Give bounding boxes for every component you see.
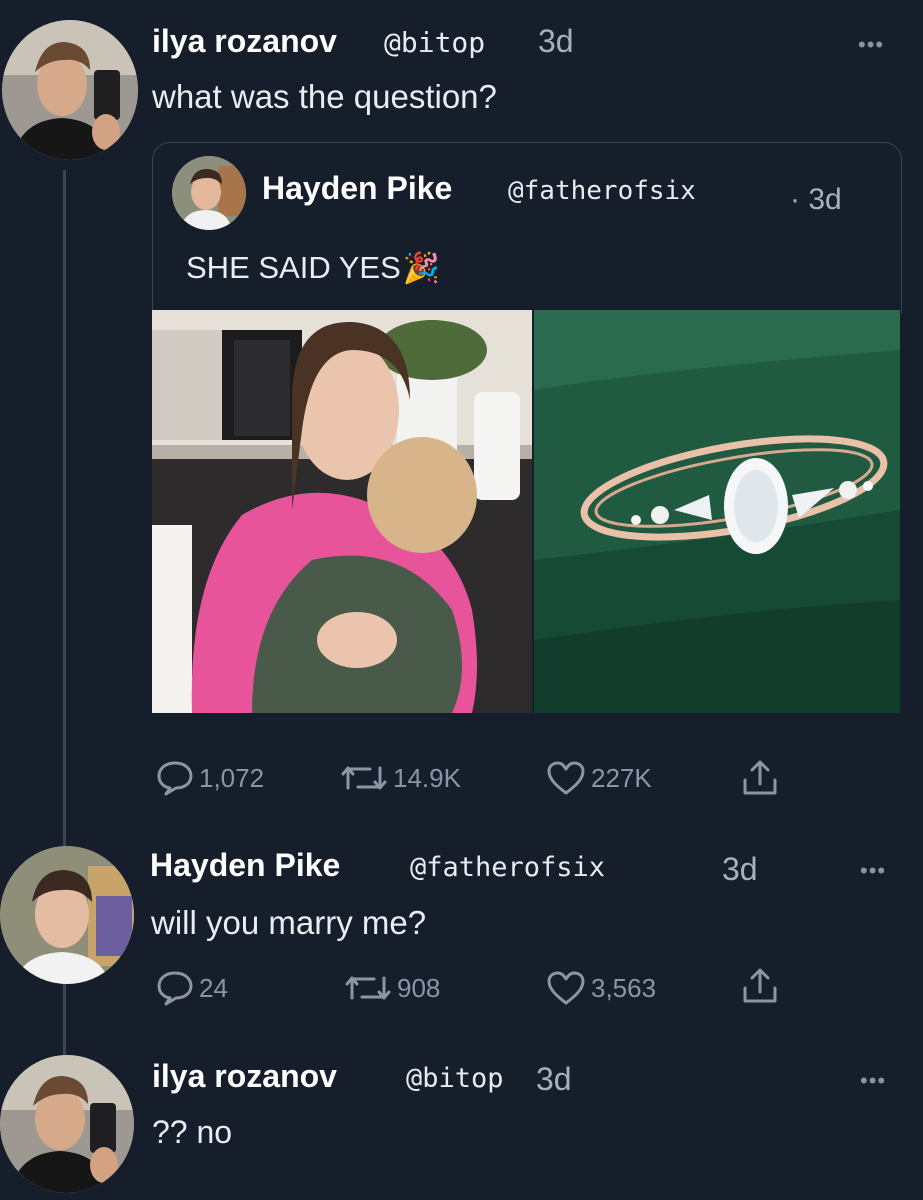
- avatar[interactable]: [2, 20, 138, 160]
- repost-action[interactable]: 908: [344, 970, 440, 1006]
- more-dots-icon[interactable]: •••: [858, 34, 884, 56]
- share-action[interactable]: [740, 758, 780, 798]
- like-count: 3,563: [591, 972, 657, 1003]
- repost-arrows-icon: [341, 766, 387, 790]
- author-name[interactable]: ilya rozanov: [152, 23, 337, 60]
- share-action[interactable]: [740, 966, 780, 1006]
- like-action[interactable]: 227K: [546, 760, 652, 796]
- avatar[interactable]: [0, 1055, 134, 1193]
- avatar-ilya-image: [2, 20, 138, 160]
- post-time[interactable]: 3d: [722, 851, 758, 888]
- quoted-post[interactable]: [152, 142, 902, 313]
- repost-count: 14.9K: [393, 762, 461, 793]
- author-name[interactable]: Hayden Pike: [150, 847, 340, 884]
- quoted-post-text-row: SHE SAID YES 🎉: [186, 250, 440, 286]
- quoted-author-name[interactable]: Hayden Pike: [262, 170, 452, 207]
- reply-count: 1,072: [199, 762, 265, 793]
- heart-icon: [547, 761, 585, 795]
- author-name[interactable]: ilya rozanov: [152, 1058, 337, 1095]
- party-popper-emoji: 🎉: [402, 251, 441, 285]
- post-ilya-1[interactable]: ilya rozanov @bitop 3d ••• what was the …: [0, 0, 923, 160]
- quoted-photo-ring[interactable]: [534, 310, 900, 713]
- speech-bubble-icon: [157, 761, 193, 796]
- like-count: 227K: [591, 762, 652, 793]
- more-dots-icon[interactable]: •••: [860, 1070, 886, 1092]
- quoted-author-handle[interactable]: @fatherofsix: [508, 176, 696, 206]
- like-action[interactable]: 3,563: [546, 970, 656, 1006]
- post-text: what was the question?: [152, 78, 497, 115]
- speech-bubble-icon: [157, 971, 193, 1006]
- post-time[interactable]: 3d: [538, 23, 574, 60]
- more-dots-icon[interactable]: •••: [860, 860, 886, 882]
- post-time[interactable]: 3d: [536, 1061, 572, 1098]
- repost-arrows-icon: [345, 976, 391, 1000]
- avatar-ilya-image: [0, 1055, 134, 1193]
- quoted-post-time[interactable]: · 3d: [790, 183, 842, 217]
- quoted-avatar[interactable]: [172, 156, 246, 230]
- reply-action[interactable]: 1,072: [156, 760, 264, 796]
- author-handle[interactable]: @bitop: [384, 26, 485, 59]
- avatar-hayden-large-image: [0, 846, 134, 984]
- post-text: will you marry me?: [151, 904, 427, 941]
- share-icon: [743, 968, 777, 1003]
- avatar[interactable]: [0, 846, 134, 984]
- reply-count: 24: [199, 972, 228, 1003]
- photo-woman-child-image: [152, 310, 532, 713]
- share-icon: [743, 760, 777, 795]
- author-handle[interactable]: @bitop: [406, 1063, 504, 1094]
- post-text: ?? no: [152, 1114, 233, 1150]
- quoted-post-text: SHE SAID YES: [186, 250, 401, 285]
- heart-icon: [547, 971, 585, 1005]
- avatar-hayden-image: [172, 156, 246, 230]
- repost-action[interactable]: 14.9K: [340, 760, 461, 796]
- quoted-photo-woman-child[interactable]: [152, 310, 532, 713]
- photo-ring-image: [534, 310, 900, 713]
- author-handle[interactable]: @fatherofsix: [410, 852, 605, 883]
- repost-count: 908: [397, 972, 441, 1003]
- reply-action[interactable]: 24: [156, 970, 228, 1006]
